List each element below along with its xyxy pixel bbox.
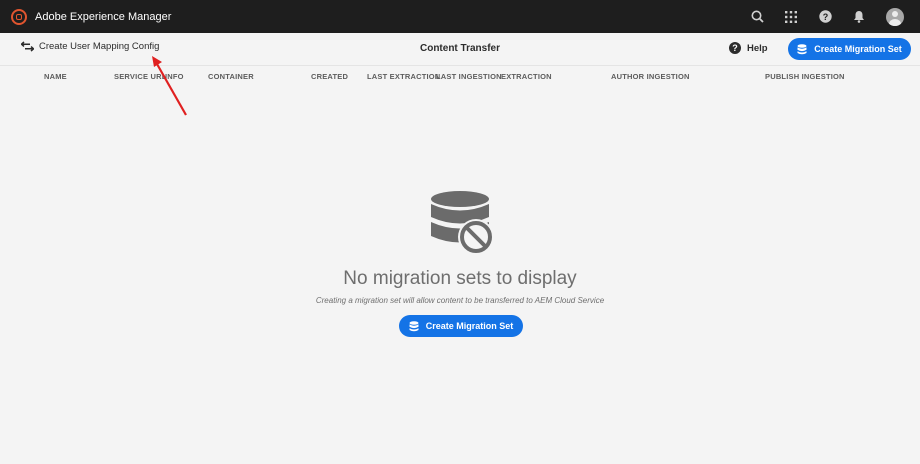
- database-icon: [797, 43, 807, 54]
- avatar[interactable]: [886, 7, 904, 26]
- create-migration-set-label: Create Migration Set: [814, 44, 902, 54]
- empty-state-subtitle: Creating a migration set will allow cont…: [315, 296, 605, 305]
- column-name[interactable]: NAME: [44, 72, 67, 81]
- no-database-icon: [431, 191, 494, 255]
- search-icon[interactable]: [740, 0, 774, 33]
- apps-grid-icon[interactable]: [774, 0, 808, 33]
- aem-logo-icon[interactable]: [11, 8, 27, 25]
- swap-arrows-icon: [21, 41, 34, 52]
- create-migration-set-center-label: Create Migration Set: [425, 321, 514, 331]
- user-menu[interactable]: [876, 0, 910, 33]
- global-header: Adobe Experience Manager ?: [0, 0, 920, 33]
- create-user-mapping-config-link[interactable]: Create User Mapping Config: [21, 41, 159, 52]
- app-title[interactable]: Adobe Experience Manager: [35, 11, 171, 23]
- column-container[interactable]: CONTAINER: [208, 72, 254, 81]
- svg-text:?: ?: [822, 12, 828, 22]
- create-user-mapping-config-label: Create User Mapping Config: [39, 41, 160, 52]
- help-icon: ?: [729, 42, 741, 54]
- column-created[interactable]: CREATED: [311, 72, 348, 81]
- column-last-ingestion[interactable]: LAST INGESTION: [436, 72, 502, 81]
- action-bar: Create User Mapping Config Content Trans…: [0, 33, 920, 66]
- help-button[interactable]: ? Help: [729, 42, 768, 54]
- column-author-ingestion[interactable]: AUTHOR INGESTION: [611, 72, 690, 81]
- column-info[interactable]: INFO: [165, 72, 184, 81]
- create-migration-set-center-button[interactable]: Create Migration Set: [399, 315, 523, 337]
- column-extraction[interactable]: EXTRACTION: [501, 72, 552, 81]
- column-publish-ingestion[interactable]: PUBLISH INGESTION: [765, 72, 845, 81]
- column-service-url[interactable]: SERVICE URL: [114, 72, 167, 81]
- help-circle-icon[interactable]: ?: [808, 0, 842, 33]
- column-last-extraction[interactable]: LAST EXTRACTION: [367, 72, 440, 81]
- create-migration-set-button[interactable]: Create Migration Set: [788, 38, 911, 60]
- bell-icon[interactable]: [842, 0, 876, 33]
- empty-state-title: No migration sets to display: [343, 268, 577, 289]
- help-label: Help: [747, 42, 768, 54]
- header-icons: ?: [740, 0, 910, 33]
- database-icon: [409, 320, 419, 331]
